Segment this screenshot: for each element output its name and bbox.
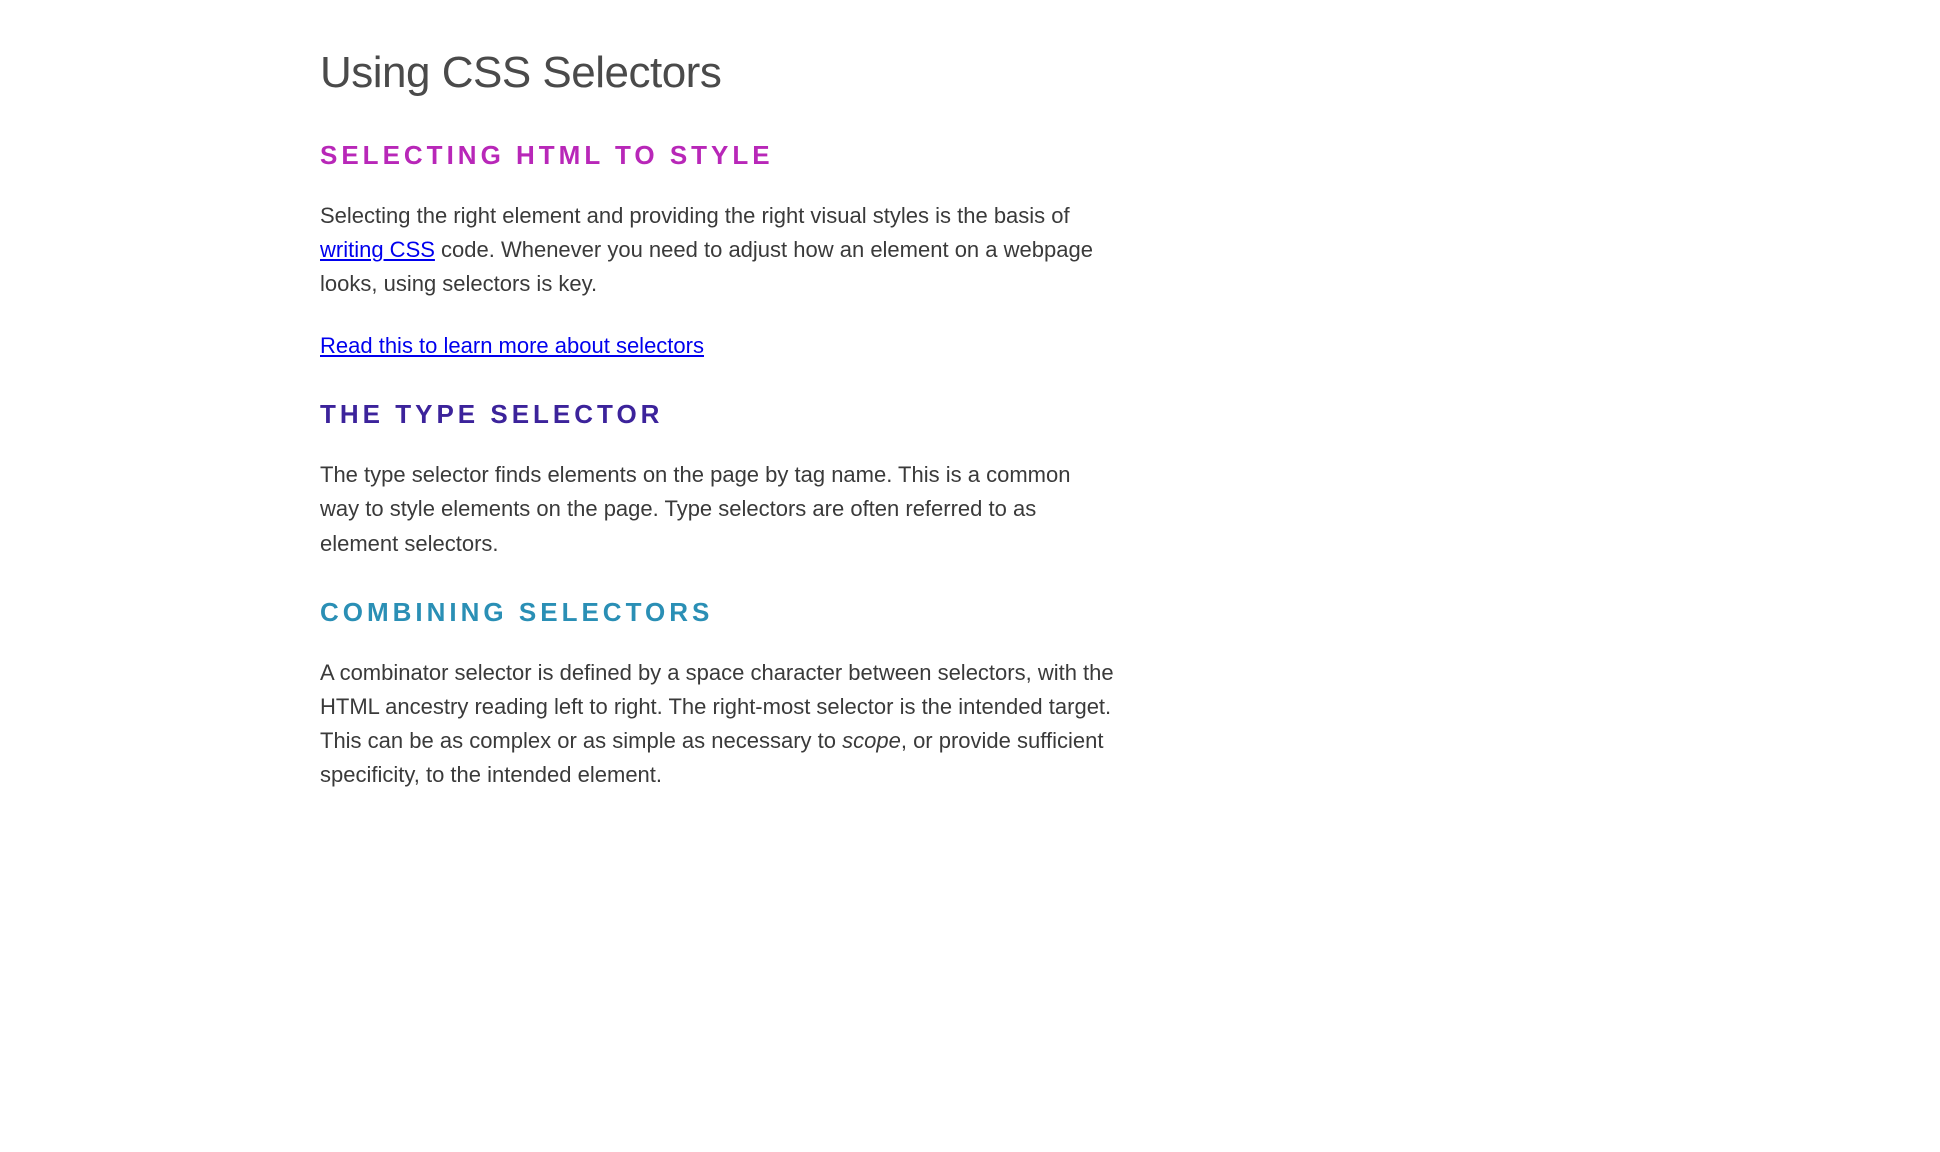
- learn-more-selectors-link[interactable]: Read this to learn more about selectors: [320, 333, 704, 358]
- paragraph-text-pre: Selecting the right element and providin…: [320, 203, 1070, 228]
- section-heading: SELECTING HTML TO STYLE: [320, 140, 1115, 171]
- page-title: Using CSS Selectors: [320, 48, 1115, 98]
- paragraph-text-post: code. Whenever you need to adjust how an…: [320, 237, 1093, 296]
- standalone-link-paragraph: Read this to learn more about selectors: [320, 329, 1115, 363]
- section-selecting-html: SELECTING HTML TO STYLE Selecting the ri…: [320, 140, 1115, 363]
- writing-css-link[interactable]: writing CSS: [320, 237, 435, 262]
- section-paragraph: A combinator selector is defined by a sp…: [320, 656, 1115, 792]
- section-combining-selectors: COMBINING SELECTORS A combinator selecto…: [320, 597, 1115, 792]
- section-paragraph: The type selector finds elements on the …: [320, 458, 1115, 560]
- emphasized-text: scope: [842, 728, 901, 753]
- section-paragraph: Selecting the right element and providin…: [320, 199, 1115, 301]
- section-type-selector: THE TYPE SELECTOR The type selector find…: [320, 399, 1115, 560]
- section-heading: THE TYPE SELECTOR: [320, 399, 1115, 430]
- section-heading: COMBINING SELECTORS: [320, 597, 1115, 628]
- document-container: Using CSS Selectors SELECTING HTML TO ST…: [320, 48, 1115, 792]
